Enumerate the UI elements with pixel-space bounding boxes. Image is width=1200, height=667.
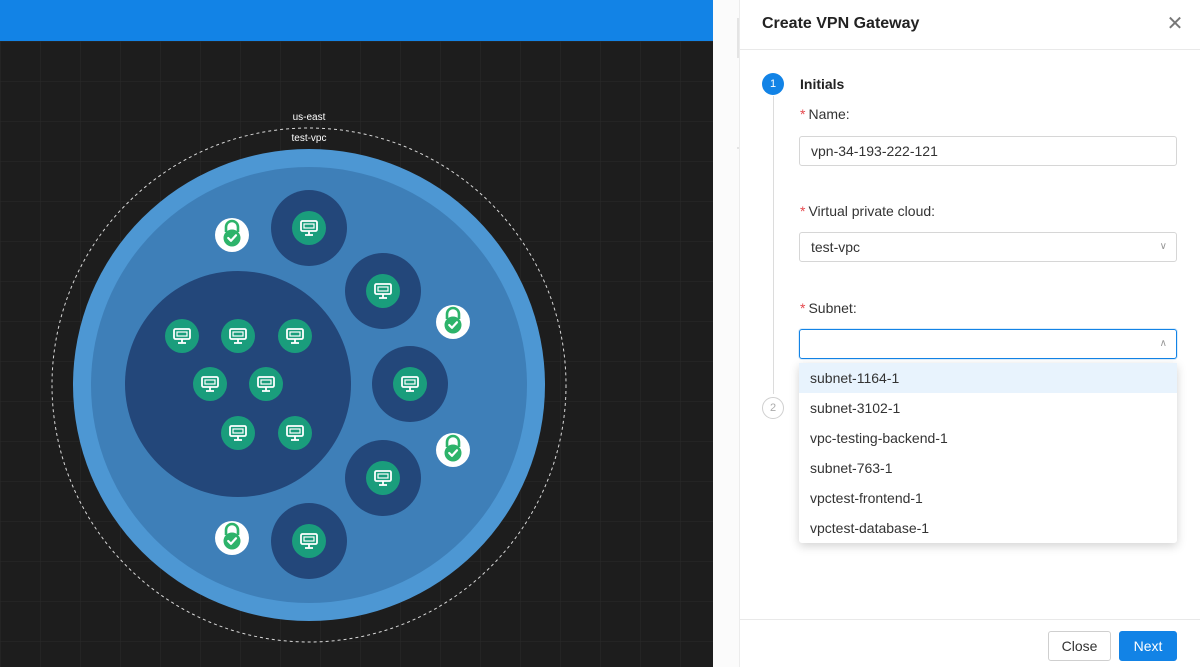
instance-icon[interactable] [278, 416, 312, 450]
instance-icon[interactable] [366, 274, 400, 308]
canvas-top-bar [0, 0, 713, 41]
instance-icon[interactable] [292, 524, 326, 558]
drawer-backdrop-edge [713, 0, 740, 667]
subnet-select[interactable]: ∧ [799, 329, 1177, 359]
subnet-option[interactable]: subnet-1164-1 [799, 363, 1177, 393]
security-lock-icon[interactable] [215, 218, 249, 252]
subnet-label: * Subnet: [800, 300, 857, 316]
subnet-option[interactable]: subnet-3102-1 [799, 393, 1177, 423]
instance-icon[interactable] [366, 461, 400, 495]
security-lock-icon[interactable] [436, 433, 470, 467]
close-icon[interactable]: ✕ [1165, 14, 1185, 34]
drawer-title: Create VPN Gateway [762, 15, 920, 32]
step-2-indicator: 2 [762, 397, 784, 419]
create-vpn-gateway-drawer: Create VPN Gateway ✕ 1 Initials 2 * Name:… [740, 0, 1200, 667]
subnet-option[interactable]: subnet-763-1 [799, 453, 1177, 483]
subnet-option[interactable]: vpctest-database-1 [799, 513, 1177, 543]
instance-icon[interactable] [278, 319, 312, 353]
instance-icon[interactable] [165, 319, 199, 353]
subnet-circle [125, 271, 351, 497]
region-label: us-east [293, 112, 326, 123]
name-label: * Name: [800, 106, 850, 122]
step-connector [773, 96, 774, 394]
subnet-option[interactable]: vpc-testing-backend-1 [799, 423, 1177, 453]
vpc-label: * Virtual private cloud: [800, 203, 936, 219]
security-lock-icon[interactable] [436, 305, 470, 339]
instance-icon[interactable] [292, 211, 326, 245]
instance-icon[interactable] [221, 416, 255, 450]
vpc-label: test-vpc [291, 133, 326, 144]
vpc-select[interactable]: test-vpc ∨ [799, 232, 1177, 262]
instance-icon[interactable] [221, 319, 255, 353]
step-1-title: Initials [800, 76, 845, 92]
step-1-indicator: 1 [762, 73, 784, 95]
next-button[interactable]: Next [1119, 631, 1177, 661]
subnet-dropdown: subnet-1164-1 subnet-3102-1 vpc-testing-… [799, 363, 1177, 543]
topology-canvas: us-east test-vpc [0, 0, 713, 667]
name-input[interactable]: vpn-34-193-222-121 [799, 136, 1177, 166]
instance-icon[interactable] [249, 367, 283, 401]
subnet-large[interactable] [125, 271, 351, 497]
chevron-up-icon: ∧ [1159, 338, 1167, 349]
topology-map: us-east test-vpc [0, 41, 713, 667]
subnet-option[interactable]: vpctest-frontend-1 [799, 483, 1177, 513]
drawer-header: Create VPN Gateway ✕ [740, 0, 1200, 50]
drawer-footer: Close Next [740, 619, 1200, 667]
instance-icon[interactable] [393, 367, 427, 401]
close-button[interactable]: Close [1048, 631, 1111, 661]
instance-icon[interactable] [193, 367, 227, 401]
security-lock-icon[interactable] [215, 521, 249, 555]
chevron-down-icon: ∨ [1159, 241, 1167, 252]
